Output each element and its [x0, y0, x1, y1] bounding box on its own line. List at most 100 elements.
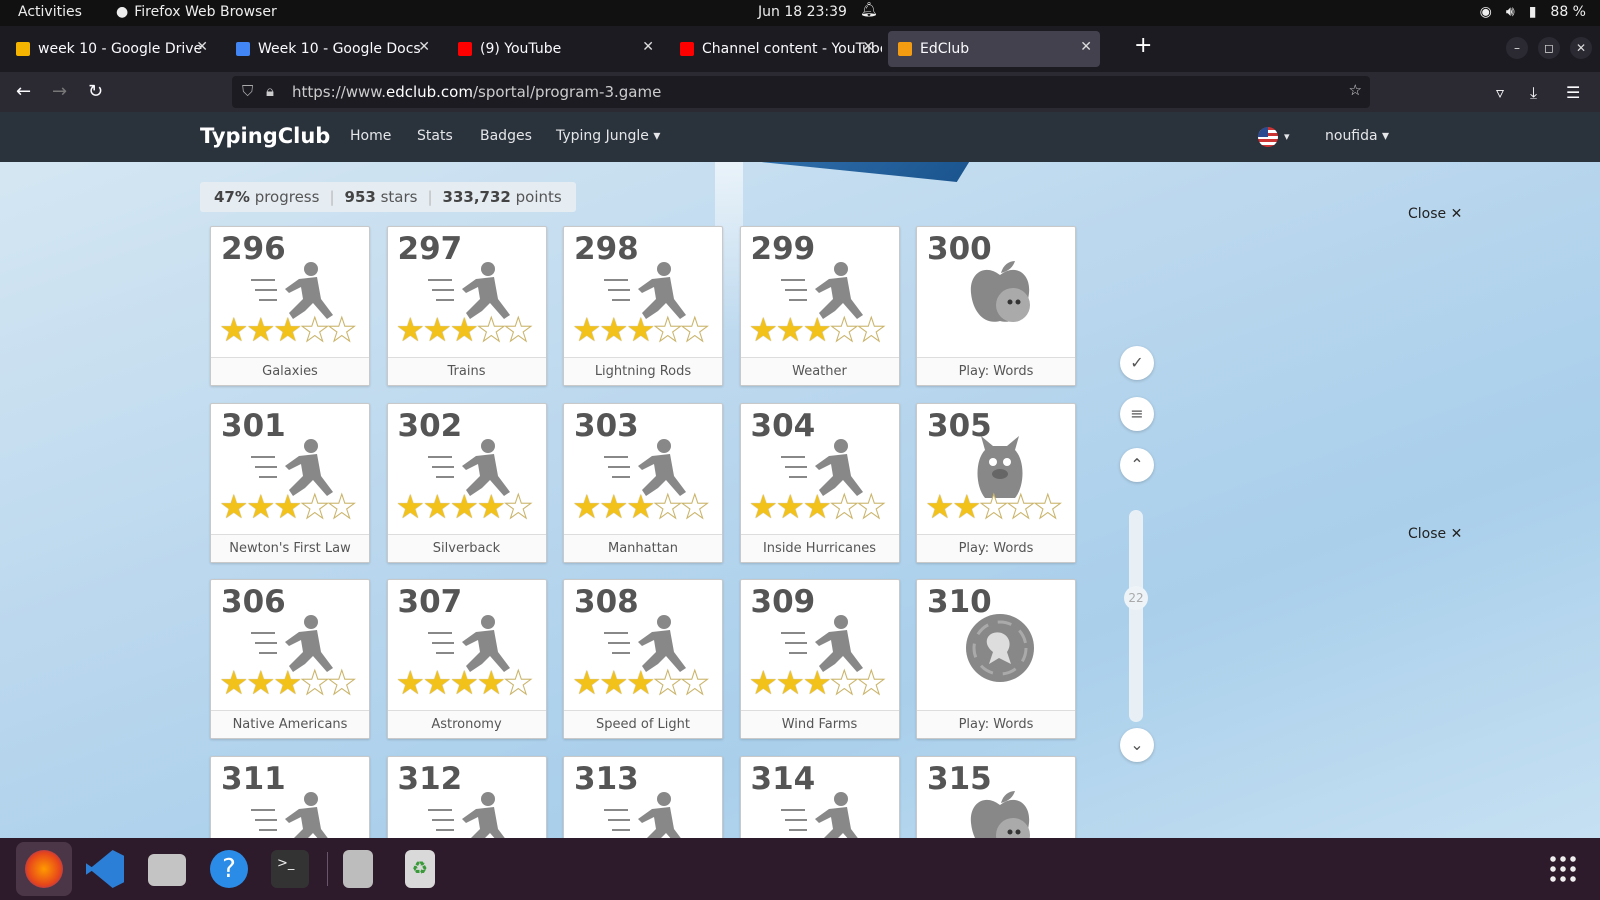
lesson-card[interactable]: 303 ★ ★ ★ ★ ★ Manhattan [563, 402, 723, 563]
page-scroll-track[interactable] [1129, 510, 1143, 722]
star-icon: ★ [856, 663, 887, 702]
page-viewport: TypingClub Home Stats Badges Typing Jung… [0, 112, 1600, 838]
activities-button[interactable]: Activities [18, 4, 82, 20]
hamburger-menu-icon[interactable]: ☰ [1566, 83, 1580, 102]
battery-percent: 88 % [1550, 4, 1586, 20]
star-icon: ★ [802, 486, 833, 526]
lesson-name: Trains [387, 357, 546, 385]
app-menu[interactable]: ● Firefox Web Browser [116, 4, 277, 20]
chevron-down-icon[interactable]: ▾ [1284, 130, 1290, 143]
lesson-name: Astronomy [387, 710, 546, 738]
star-icon: ★ [219, 310, 249, 349]
star-icon: ★ [422, 310, 453, 349]
tab-close-icon[interactable]: ✕ [862, 39, 874, 55]
system-tray[interactable]: ◉ 🔊︎ ▮ 88 % [1480, 4, 1586, 20]
new-tab-button[interactable]: + [1134, 33, 1152, 58]
browser-tab[interactable]: (9) YouTube ✕ [448, 31, 662, 67]
browser-tab-bar: week 10 - Google Drive ✕ Week 10 - Google … [0, 26, 1600, 72]
text-file-icon[interactable] [343, 850, 373, 888]
bookmark-star-icon[interactable]: ☆ [1349, 81, 1362, 99]
maximize-button[interactable]: ◻ [1538, 37, 1560, 59]
firefox-icon[interactable] [25, 850, 63, 888]
browser-tab[interactable]: Week 10 - Google Docs ✕ [226, 31, 438, 67]
lesson-stars: ★ ★ ★ ★ ★ [749, 310, 887, 349]
lesson-card[interactable]: 309 ★ ★ ★ ★ ★ Wind Farms [739, 579, 900, 739]
lesson-name: Play: Words [917, 710, 1075, 738]
minimize-button[interactable]: – [1506, 37, 1528, 59]
points-stat: 333,732 points [442, 188, 562, 206]
browser-tab[interactable]: Channel content - YouTube ✕ [670, 31, 882, 67]
tab-close-icon[interactable]: ✕ [418, 39, 430, 55]
window-close-button[interactable]: ✕ [1570, 37, 1592, 59]
lesson-card[interactable]: 314 [739, 755, 900, 838]
nav-stats[interactable]: Stats [417, 128, 453, 144]
lesson-card[interactable]: 312 [386, 755, 547, 838]
scroll-down-icon[interactable]: ⌄ [1120, 728, 1154, 762]
tab-close-icon[interactable]: ✕ [1080, 39, 1092, 55]
lesson-card[interactable]: 311 [210, 755, 370, 838]
trash-icon[interactable]: ♻ [405, 850, 435, 888]
reload-icon[interactable]: ↻ [88, 81, 103, 102]
tab-title: EdClub [920, 41, 970, 57]
runner-icon [602, 789, 692, 838]
lesson-card[interactable]: 301 ★ ★ ★ ★ ★ Newton's First Law [210, 402, 370, 563]
tab-close-icon[interactable]: ✕ [196, 39, 208, 55]
files-icon[interactable] [148, 854, 186, 886]
lesson-card[interactable]: 315 [916, 755, 1076, 838]
lesson-card[interactable]: 299 ★ ★ ★ ★ ★ Weather [739, 226, 900, 386]
page-scroll-knob[interactable]: 22 [1124, 586, 1148, 610]
lesson-name: Native Americans [211, 710, 369, 738]
lesson-card[interactable]: 296 ★ ★ ★ ★ ★ Galaxies [210, 226, 370, 386]
lesson-card[interactable]: 304 ★ ★ ★ ★ ★ Inside Hurricanes [739, 402, 900, 563]
download-icon[interactable]: ⤓ [1530, 83, 1537, 103]
lesson-card[interactable]: 300 Play: Words [916, 226, 1076, 386]
browser-tab[interactable]: EdClub ✕ [888, 31, 1100, 67]
lesson-stars: ★ ★ ★ ★ ★ [572, 663, 710, 702]
browser-tab[interactable]: week 10 - Google Drive ✕ [6, 31, 216, 67]
lesson-stars: ★ ★ ★ ★ ★ [749, 663, 887, 702]
vscode-icon[interactable] [86, 850, 124, 888]
lesson-card[interactable]: 305 ★ ★ ★ ★ ★ Play: Words [916, 402, 1076, 563]
scroll-up-icon[interactable]: ⌃ [1120, 448, 1154, 482]
help-icon[interactable]: ? [210, 850, 248, 888]
nav-program-dropdown[interactable]: Typing Jungle ▾ [556, 128, 660, 144]
pocket-icon[interactable]: ▿ [1496, 83, 1504, 102]
wifi-icon: ◉ [1479, 4, 1492, 20]
star-icon: ★ [599, 310, 629, 349]
lesson-card[interactable]: 298 ★ ★ ★ ★ ★ Lightning Rods [563, 226, 723, 386]
user-menu[interactable]: noufida ▾ [1325, 128, 1389, 144]
lesson-card[interactable]: 307 ★ ★ ★ ★ ★ Astronomy [386, 579, 547, 739]
language-flag-icon[interactable] [1258, 127, 1278, 147]
star-icon: ★ [246, 486, 276, 526]
lesson-card[interactable]: 308 ★ ★ ★ ★ ★ Speed of Light [563, 579, 723, 739]
system-top-bar: Activities ● Firefox Web Browser Jun 18 2… [0, 0, 1600, 26]
check-icon[interactable]: ✓ [1120, 346, 1154, 380]
clock[interactable]: Jun 18 23:39 [758, 4, 847, 20]
lesson-stars: ★ ★ ★ ★ ★ [395, 310, 534, 349]
back-icon[interactable]: ← [16, 81, 31, 102]
nav-home[interactable]: Home [350, 128, 391, 144]
star-icon: ★ [503, 663, 534, 702]
close-ad-button[interactable]: Close ✕ [1408, 206, 1462, 222]
lesson-card[interactable]: 310 Play: Words [916, 579, 1076, 739]
nav-badges[interactable]: Badges [480, 128, 532, 144]
star-icon: ★ [599, 663, 629, 702]
forward-icon[interactable]: → [52, 81, 67, 102]
list-menu-icon[interactable]: ≡ [1120, 397, 1154, 431]
tab-close-icon[interactable]: ✕ [642, 39, 654, 55]
lesson-card[interactable]: 313 [563, 755, 723, 838]
lesson-card[interactable]: 302 ★ ★ ★ ★ ★ Silverback [386, 402, 547, 563]
lesson-stars: ★ ★ ★ ★ ★ [396, 486, 534, 526]
url-bar[interactable]: ⛉ 🔒︎ https://www.edclub.com/sportal/prog… [232, 76, 1370, 108]
site-logo[interactable]: TypingClub [200, 124, 330, 148]
terminal-icon[interactable]: >_ [271, 850, 309, 888]
app-grid-icon[interactable] [1548, 854, 1576, 882]
star-icon: ★ [503, 486, 534, 526]
star-icon: ★ [395, 310, 426, 349]
lesson-card[interactable]: 297 ★ ★ ★ ★ ★ Trains [386, 226, 547, 386]
bell-icon: 🔔︎ [860, 2, 878, 18]
lesson-card[interactable]: 306 ★ ★ ★ ★ ★ Native Americans [210, 579, 370, 739]
close-ad-button[interactable]: Close ✕ [1408, 526, 1462, 542]
star-icon: ★ [449, 663, 480, 702]
browser-nav-bar: ← → ↻ ⛉ 🔒︎ https://www.edclub.com/sporta… [0, 72, 1600, 112]
